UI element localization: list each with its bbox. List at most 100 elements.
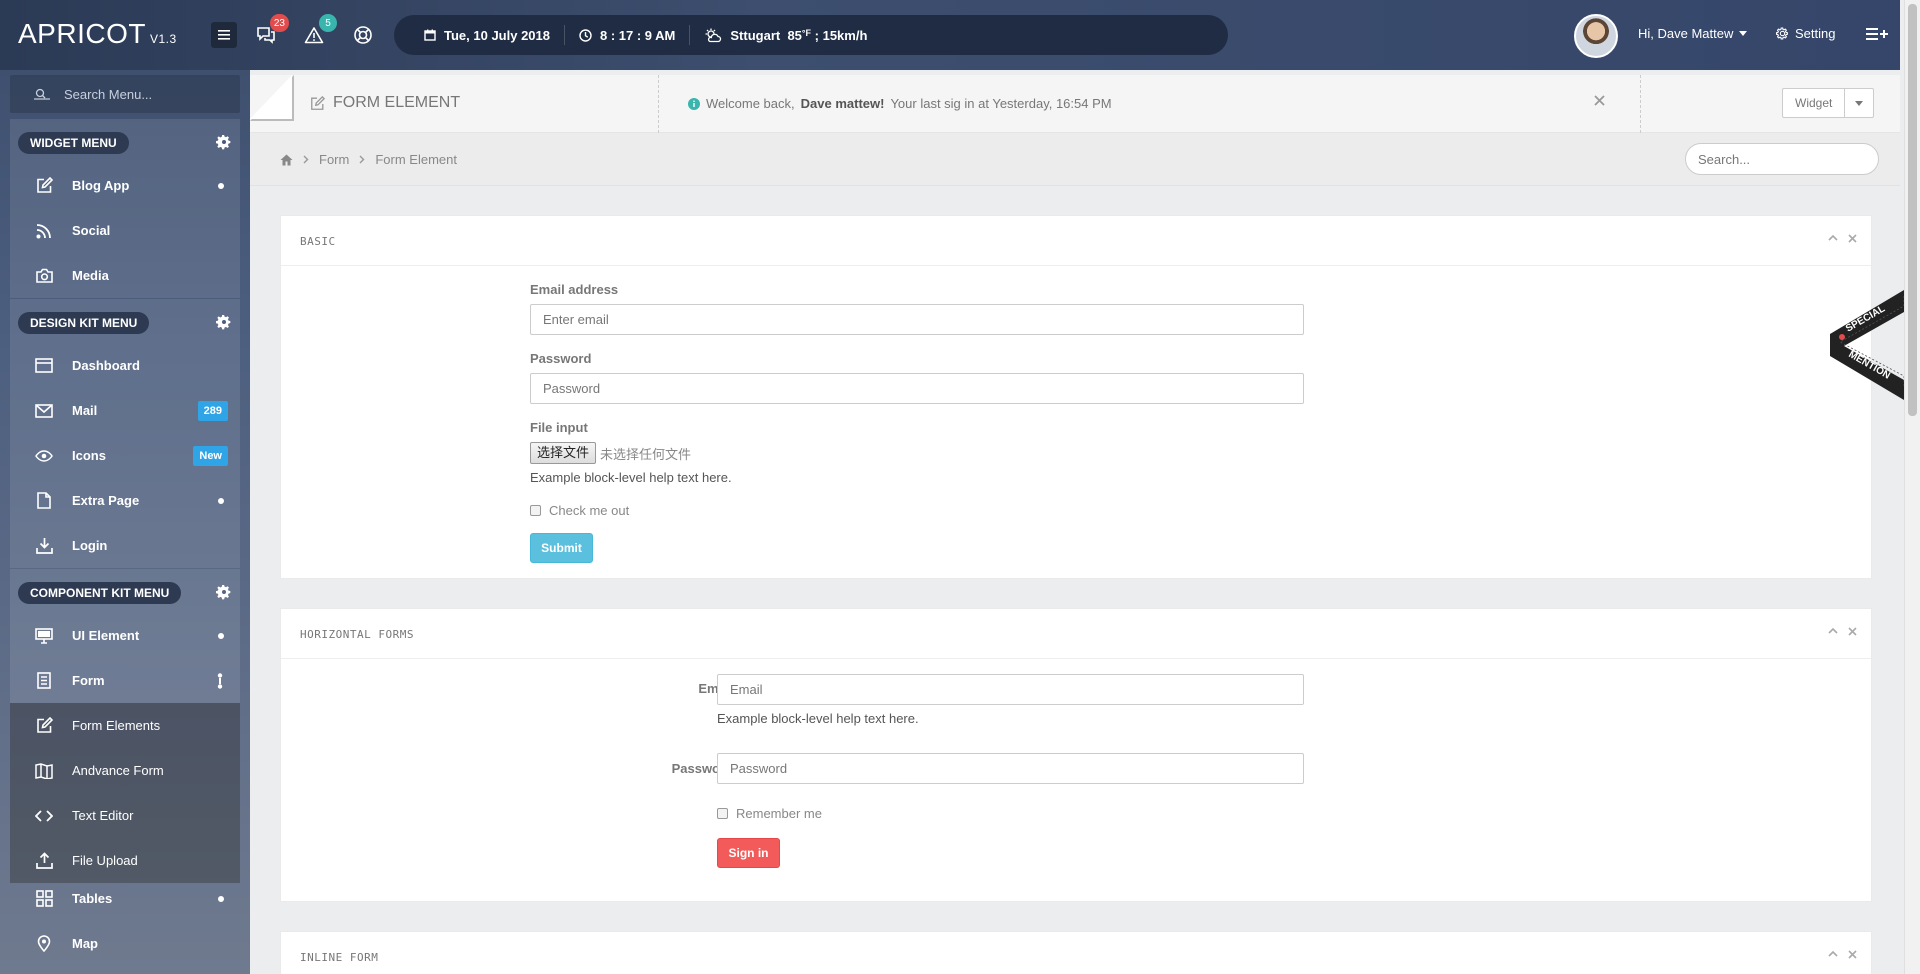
check-me-out-checkbox[interactable]: Check me out (530, 503, 629, 518)
close-welcome-button[interactable] (1594, 95, 1605, 106)
password-input[interactable] (530, 373, 1304, 404)
collapse-icon[interactable] (1828, 950, 1838, 957)
right-panel-toggle-button[interactable] (1866, 24, 1888, 44)
close-icon[interactable] (1848, 950, 1857, 959)
horizontal-email-input[interactable] (717, 674, 1304, 705)
user-greeting: Hi, Dave Mattew (1638, 26, 1734, 41)
sidebar-item-label: Form (72, 673, 105, 688)
ribbon-graphic: SPECIAL MENTION (1830, 290, 1904, 400)
remember-me-checkbox[interactable]: Remember me (717, 806, 822, 821)
sidebar-item-label: Form Elements (72, 718, 161, 733)
code-icon (35, 809, 53, 822)
checkbox-box[interactable] (530, 505, 541, 516)
page-search-input[interactable] (1685, 143, 1879, 175)
help-text: Example block-level help text here. (530, 470, 732, 485)
email-input[interactable] (530, 304, 1304, 335)
close-icon (1594, 95, 1605, 106)
sidebar-item-icons[interactable]: Icons New (10, 433, 240, 478)
component-kit-menu-title: COMPONENT KIT MENU (18, 582, 182, 604)
panel-header: BASIC (281, 216, 1871, 266)
breadcrumb: Form Form Element (280, 152, 457, 167)
edit-icon (36, 177, 53, 193)
time-text: 8 : 17 : 9 AM (600, 27, 676, 43)
sidebar-item-ui-element[interactable]: UI Element (10, 613, 240, 658)
help-button[interactable] (350, 22, 376, 48)
breadcrumb-bar: Form Form Element (250, 133, 1900, 186)
sidebar-item-dashboard[interactable]: Dashboard (10, 343, 240, 388)
scrollbar-thumb[interactable] (1908, 4, 1917, 416)
file-input[interactable]: 选择文件 未选择任何文件 (530, 442, 691, 464)
sidebar-item-blog-app[interactable]: Blog App (10, 163, 240, 208)
eye-icon (35, 449, 53, 462)
gear-icon[interactable] (216, 584, 232, 600)
sidebar-item-form[interactable]: Form (10, 658, 240, 703)
email-label: Email address (530, 282, 619, 297)
horizontal-form-panel: HORIZONTAL FORMS Email Example block-lev… (280, 608, 1872, 902)
breadcrumb-form[interactable]: Form (319, 152, 349, 167)
sidebar-item-text-editor[interactable]: Text Editor (10, 793, 240, 838)
sidebar-item-login[interactable]: Login (10, 523, 240, 568)
sidebar-item-form-elements[interactable]: Form Elements (10, 703, 240, 748)
alert-notification-button[interactable]: 5 (301, 14, 337, 48)
sidebar-item-tables[interactable]: Tables (10, 876, 240, 921)
sidebar-item-label: File Upload (72, 853, 138, 868)
sidebar-item-mail[interactable]: Mail 289 (10, 388, 240, 433)
collapse-icon[interactable] (1828, 234, 1838, 241)
date-display: Tue, 10 July 2018 (424, 25, 564, 45)
gear-icon[interactable] (216, 134, 232, 150)
sidebar-item-social[interactable]: Social (10, 208, 240, 253)
sign-in-button[interactable]: Sign in (717, 838, 780, 868)
menu-toggle-button[interactable] (211, 22, 237, 48)
status-dot (218, 183, 224, 189)
rss-icon (36, 223, 51, 238)
user-avatar[interactable] (1574, 14, 1618, 58)
home-icon[interactable] (280, 154, 293, 166)
status-dot (218, 896, 224, 902)
panel-tools (1828, 234, 1857, 243)
divider (658, 75, 659, 133)
horizontal-password-input[interactable] (717, 753, 1304, 784)
sidebar-item-media[interactable]: Media (10, 253, 240, 298)
gear-icon[interactable] (216, 314, 232, 330)
user-menu-dropdown[interactable]: Hi, Dave Mattew (1638, 26, 1748, 41)
top-header: APRICOT V1.3 23 5 Tue, 10 July 2018 8 : 1… (0, 0, 1900, 70)
panel-header: INLINE FORM (281, 932, 1871, 974)
sidebar-item-extra-page[interactable]: Extra Page (10, 478, 240, 523)
weather-display: Sttugart 85°F ; 15km/h (689, 25, 881, 45)
weather-city: Sttugart (730, 27, 781, 43)
sidebar-item-label: Map (72, 936, 98, 951)
brand-logo[interactable]: APRICOT V1.3 (18, 18, 177, 50)
setting-button[interactable]: Setting (1776, 26, 1835, 41)
panel-tools (1828, 950, 1857, 959)
monitor-icon (35, 627, 53, 644)
collapse-icon[interactable] (1828, 627, 1838, 634)
close-icon[interactable] (1848, 234, 1857, 243)
choose-file-button[interactable]: 选择文件 (530, 442, 597, 464)
sidebar-item-label: Text Editor (72, 808, 134, 823)
special-mention-ribbon[interactable]: SPECIAL MENTION (1830, 290, 1904, 400)
sidebar-item-map[interactable]: Map (10, 921, 240, 966)
sidebar-item-label: Andvance Form (72, 763, 164, 778)
close-icon[interactable] (1848, 627, 1857, 636)
list-plus-icon (1866, 28, 1888, 40)
submit-button[interactable]: Submit (530, 533, 593, 563)
chat-badge: 23 (269, 14, 289, 32)
sidebar-item-label: Dashboard (72, 358, 140, 373)
gear-icon (1776, 27, 1788, 40)
grid-icon (35, 890, 53, 907)
page-scrollbar[interactable] (1904, 0, 1920, 974)
caret-down-icon (1855, 100, 1864, 106)
sidebar-search[interactable]: Search Menu... (10, 75, 240, 113)
panel-title: HORIZONTAL FORMS (300, 628, 414, 641)
breadcrumb-form-element: Form Element (375, 152, 457, 167)
widget-caret[interactable] (1845, 89, 1873, 117)
sidebar-item-label: UI Element (72, 628, 140, 643)
expand-toggle-icon (217, 673, 223, 689)
chat-notification-button[interactable]: 23 (253, 14, 289, 48)
file-icon (37, 492, 51, 509)
panel-tools (1828, 627, 1857, 636)
widget-dropdown[interactable]: Widget (1782, 88, 1875, 118)
checkbox-box[interactable] (717, 808, 728, 819)
sidebar-item-advance-form[interactable]: Andvance Form (10, 748, 240, 793)
checkbox-label: Remember me (736, 806, 822, 821)
